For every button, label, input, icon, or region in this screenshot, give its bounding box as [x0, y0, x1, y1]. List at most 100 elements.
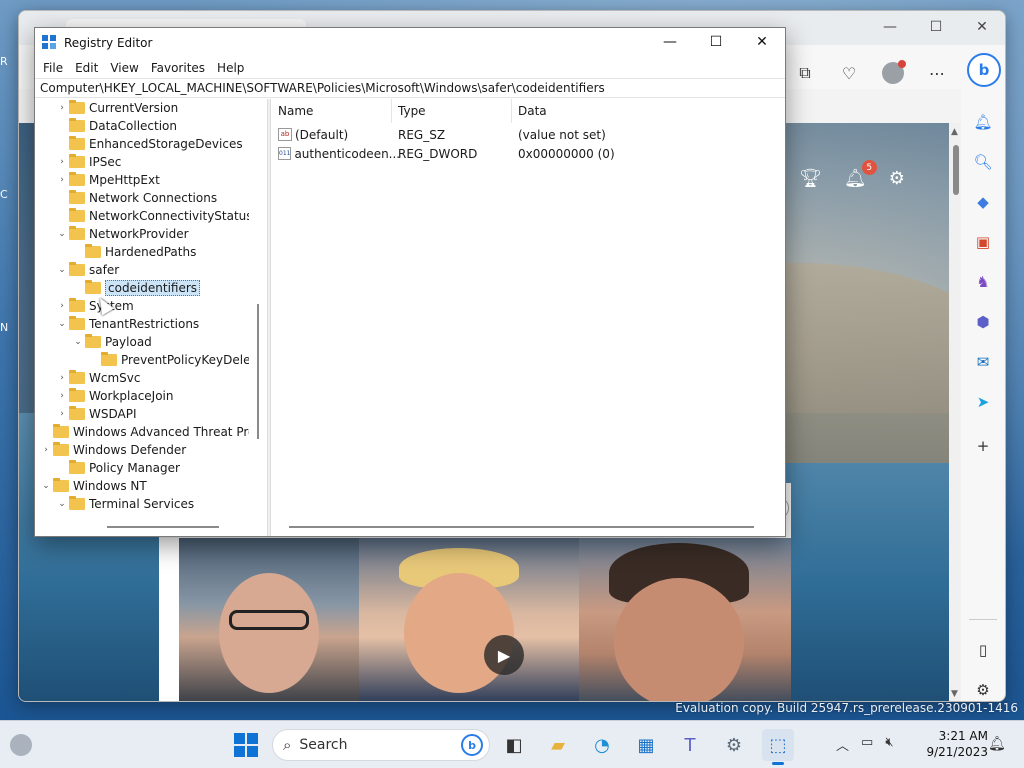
edge-minimize-button[interactable]: — — [867, 11, 913, 43]
column-header-name[interactable]: Name — [272, 99, 392, 123]
notifications-bell-icon[interactable]: 🔔︎ 5 — [844, 160, 877, 189]
profile-avatar[interactable] — [875, 55, 911, 91]
chevron-right-icon[interactable]: › — [55, 301, 69, 311]
tree-key[interactable]: › CurrentVersion — [55, 99, 178, 117]
registry-editor-taskbar-icon[interactable]: ⬚ — [762, 729, 794, 765]
volume-muted-icon[interactable]: 🔇︎ — [885, 735, 893, 754]
edge-close-button[interactable]: ✕ — [959, 11, 1005, 43]
games-icon[interactable]: ♞ — [972, 271, 994, 293]
menu-file[interactable]: File — [37, 61, 69, 75]
tree-key[interactable]: DataCollection — [55, 117, 177, 135]
list-horizontal-scrollbar[interactable] — [272, 519, 785, 535]
column-header-data[interactable]: Data — [512, 99, 712, 123]
chevron-right-icon[interactable]: › — [55, 103, 69, 113]
news-photo-2[interactable] — [359, 538, 579, 701]
menu-view[interactable]: View — [104, 61, 144, 75]
tree-key[interactable]: EnhancedStorageDevices — [55, 135, 243, 153]
tree-key[interactable]: Policy Manager — [55, 459, 180, 477]
tree-key[interactable]: › WSDAPI — [55, 405, 137, 423]
tree-key[interactable]: ⌄ Windows NT — [39, 477, 147, 495]
sidebar-settings-icon[interactable]: ⚙ — [972, 679, 994, 701]
network-icon[interactable]: ▭ — [861, 735, 873, 754]
close-button[interactable]: ✕ — [739, 28, 785, 56]
menu-help[interactable]: Help — [211, 61, 250, 75]
chevron-down-icon[interactable]: ⌄ — [55, 229, 69, 239]
desktop-label-2[interactable]: C — [0, 188, 20, 201]
maximize-button[interactable]: ☐ — [693, 28, 739, 56]
bing-icon[interactable]: b — [461, 734, 483, 756]
menu-edit[interactable]: Edit — [69, 61, 104, 75]
scroll-down-icon[interactable]: ▼ — [951, 689, 958, 699]
start-button[interactable] — [234, 733, 258, 757]
tree-key[interactable]: › System — [55, 297, 134, 315]
tree-key[interactable]: ⌄ NetworkProvider — [55, 225, 189, 243]
edge-maximize-button[interactable]: ☐ — [913, 11, 959, 43]
tree-key[interactable]: › MpeHttpExt — [55, 171, 160, 189]
tree-key[interactable]: ⌄ Payload — [71, 333, 152, 351]
chevron-right-icon[interactable]: › — [55, 409, 69, 419]
outlook-icon[interactable]: ✉ — [972, 351, 994, 373]
chevron-down-icon[interactable]: ⌄ — [55, 319, 69, 329]
shopping-tag-icon[interactable]: ◆ — [972, 191, 994, 213]
chevron-down-icon[interactable]: ⌄ — [55, 499, 69, 509]
taskbar-search-box[interactable]: ⌕ Search b — [272, 729, 490, 761]
chevron-down-icon[interactable]: ⌄ — [39, 481, 53, 491]
regedit-titlebar[interactable]: Registry Editor — ☐ ✕ — [35, 28, 785, 58]
tree-key[interactable]: › Windows Defender — [39, 441, 186, 459]
scrollbar-thumb[interactable] — [953, 145, 959, 195]
play-icon[interactable]: ▶ — [484, 635, 524, 675]
task-view-icon[interactable]: ◧ — [498, 729, 530, 761]
notification-center-icon[interactable]: 🔔︎ — [988, 736, 1006, 752]
chevron-down-icon[interactable]: ⌄ — [55, 265, 69, 275]
microsoft365-icon[interactable]: ⬢ — [972, 311, 994, 333]
chevron-right-icon[interactable]: › — [55, 391, 69, 401]
tree-key[interactable]: codeidentifiers — [71, 279, 201, 297]
edge-icon[interactable]: ◔ — [586, 729, 618, 761]
desktop-label-1[interactable]: R — [0, 55, 20, 68]
drop-icon[interactable]: ➤ — [972, 391, 994, 413]
tray-overflow-chevron-icon[interactable]: ︿ — [836, 735, 849, 754]
tree-key[interactable]: PreventPolicyKeyDelete — [87, 351, 249, 369]
tree-key[interactable]: Windows Advanced Threat Protection — [39, 423, 249, 441]
tree-vertical-scrollbar[interactable] — [253, 99, 263, 519]
settings-more-icon[interactable]: ⋯ — [919, 55, 955, 91]
collections-icon[interactable]: ⧉ — [787, 55, 823, 91]
chevron-down-icon[interactable]: ⌄ — [71, 337, 85, 347]
copilot-icon[interactable]: b — [967, 53, 1001, 87]
clock[interactable]: 3:21 AM 9/21/2023 — [920, 728, 988, 760]
tree-key[interactable]: › IPSec — [55, 153, 121, 171]
microsoft-store-icon[interactable]: ▦ — [630, 729, 662, 761]
minimize-button[interactable]: — — [647, 28, 693, 56]
pane-splitter[interactable] — [267, 99, 271, 536]
news-photo-1[interactable] — [179, 538, 359, 701]
tree-key[interactable]: HardenedPaths — [71, 243, 196, 261]
sidebar-panel-icon[interactable]: ▯ — [972, 639, 994, 661]
address-bar[interactable]: Computer\HKEY_LOCAL_MACHINE\SOFTWARE\Pol… — [35, 78, 785, 98]
notifications-icon[interactable]: 🔔︎ — [972, 111, 994, 133]
tree-key[interactable]: › WorkplaceJoin — [55, 387, 174, 405]
scrollbar-thumb[interactable] — [107, 526, 219, 528]
scrollbar-thumb[interactable] — [257, 304, 259, 439]
tree-horizontal-scrollbar[interactable] — [35, 519, 253, 535]
value-row[interactable]: 011 authenticodeen... REG_DWORD 0x000000… — [272, 144, 785, 163]
tree-key[interactable]: NetworkConnectivityStatusIndicator — [55, 207, 249, 225]
tree-key[interactable]: › WcmSvc — [55, 369, 140, 387]
tree-key[interactable]: Network Connections — [55, 189, 217, 207]
chevron-right-icon[interactable]: › — [55, 157, 69, 167]
widgets-icon[interactable] — [10, 734, 32, 756]
add-icon[interactable]: + — [972, 435, 994, 457]
settings-icon[interactable]: ⚙ — [718, 729, 750, 761]
news-photo-3[interactable] — [579, 538, 791, 701]
value-row[interactable]: ab (Default) REG_SZ (value not set) — [272, 125, 785, 144]
tree-key[interactable]: ⌄ Terminal Services — [55, 495, 194, 513]
column-header-type[interactable]: Type — [392, 99, 512, 123]
tree-key[interactable]: ⌄ safer — [55, 261, 119, 279]
chevron-right-icon[interactable]: › — [55, 373, 69, 383]
settings-gear-icon[interactable]: ⚙ — [889, 168, 905, 189]
teams-icon[interactable]: T — [674, 729, 706, 761]
desktop-label-3[interactable]: N — [0, 321, 20, 334]
file-explorer-icon[interactable]: ▰ — [542, 729, 574, 761]
chevron-right-icon[interactable]: › — [55, 175, 69, 185]
search-icon[interactable]: 🔍︎ — [972, 151, 994, 173]
browser-essentials-icon[interactable]: ♡ — [831, 55, 867, 91]
